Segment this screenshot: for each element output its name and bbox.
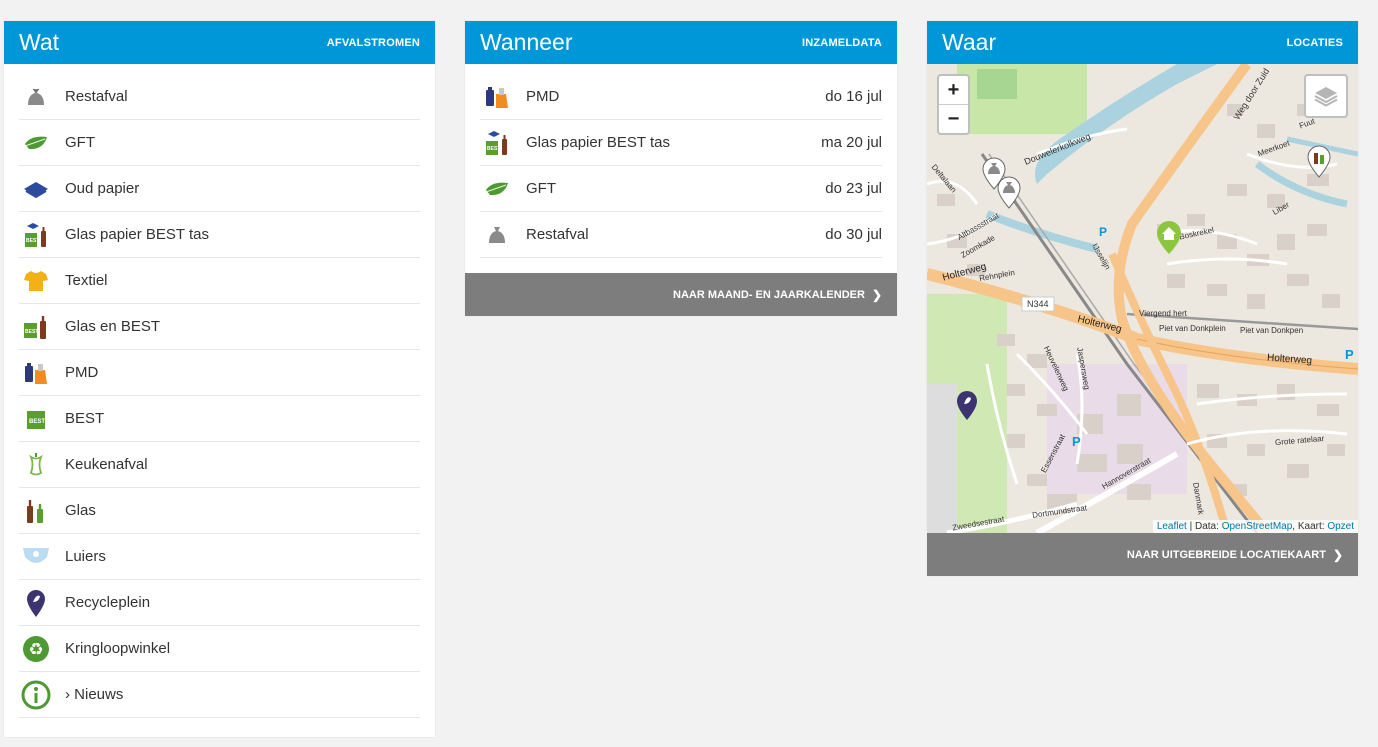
wanneer-subtitle-link[interactable]: INZAMELDATA (802, 37, 882, 49)
map-street-label: Piet van Donkpen (1240, 326, 1304, 335)
info-icon (21, 680, 51, 710)
list-item-glas[interactable]: Glas (19, 488, 420, 534)
wat-subtitle-link[interactable]: AFVALSTROMEN (327, 37, 420, 49)
glas-marker-pin[interactable] (1306, 144, 1332, 183)
waar-subtitle-link[interactable]: LOCATIES (1287, 37, 1343, 49)
svg-text:P: P (1072, 434, 1081, 449)
map-zoom-control: + − (937, 74, 970, 135)
opzet-link[interactable]: Opzet (1327, 521, 1354, 532)
schedule-row-restafval[interactable]: Restafval do 30 jul (480, 212, 882, 258)
map-attribution: Leaflet | Data: OpenStreetMap, Kaart: Op… (1152, 520, 1358, 533)
schedule-date: do 16 jul (825, 88, 882, 105)
list-item-recycleplein[interactable]: Recycleplein (19, 580, 420, 626)
schedule-date: do 23 jul (825, 180, 882, 197)
layers-icon (1314, 87, 1338, 107)
svg-text:P: P (1099, 225, 1107, 239)
list-item-nieuws[interactable]: › Nieuws (19, 672, 420, 718)
map-street-label: Piet van Donkplein (1159, 324, 1226, 333)
recycle-icon: ♻ (21, 634, 51, 664)
list-item-gft[interactable]: GFT (19, 120, 420, 166)
list-item-restafval[interactable]: Restafval (19, 74, 420, 120)
kringloop-home-marker-pin[interactable] (1155, 219, 1183, 260)
zoom-in-button[interactable]: + (939, 76, 968, 104)
apple-core-icon (21, 450, 51, 480)
schedule-date: do 30 jul (825, 226, 882, 243)
wat-title: Wat (19, 29, 60, 55)
map-layers-button[interactable] (1304, 74, 1348, 118)
wanneer-title: Wanneer (480, 29, 573, 55)
wat-list: Restafval GFT Oud papier BEST Glas papie… (4, 64, 435, 718)
svg-text:♻: ♻ (28, 640, 43, 660)
svg-text:BEST: BEST (26, 238, 39, 244)
list-item-best[interactable]: BEST BEST (19, 396, 420, 442)
list-item-oud-papier[interactable]: Oud papier (19, 166, 420, 212)
list-item-textiel[interactable]: Textiel (19, 258, 420, 304)
wanneer-header: Wanneer INZAMELDATA (465, 21, 897, 64)
svg-text:P: P (1345, 347, 1354, 362)
gft-leaf-icon (21, 128, 51, 158)
best-bag-icon: BEST (21, 404, 51, 434)
schedule-row-gft[interactable]: GFT do 23 jul (480, 166, 882, 212)
glas-papier-best-icon: BEST (482, 128, 512, 158)
restafval-bag-icon (482, 220, 512, 250)
waar-header: Waar LOCATIES (927, 21, 1358, 64)
schedule-date: ma 20 jul (821, 134, 882, 151)
glas-papier-best-icon: BEST (21, 220, 51, 250)
restafval-marker-pin[interactable] (996, 175, 1022, 214)
list-item-keukenafval[interactable]: Keukenafval (19, 442, 420, 488)
bottles-icon (21, 496, 51, 526)
svg-text:BEST: BEST (25, 329, 38, 335)
list-item-pmd[interactable]: PMD (19, 350, 420, 396)
wat-header: Wat AFVALSTROMEN (4, 21, 435, 64)
chevron-right-icon: ❯ (871, 287, 882, 302)
list-item-glas-en-best[interactable]: BEST Glas en BEST (19, 304, 420, 350)
location-map-link-button[interactable]: NAAR UITGEBREIDE LOCATIEKAART ❯ (927, 533, 1358, 576)
svg-text:BEST: BEST (487, 146, 500, 152)
svg-text:BEST: BEST (29, 419, 45, 425)
calendar-link-button[interactable]: NAAR MAAND- EN JAARKALENDER ❯ (465, 273, 897, 316)
list-item-kringloopwinkel[interactable]: ♻ Kringloopwinkel (19, 626, 420, 672)
tshirt-icon (21, 266, 51, 296)
gft-leaf-icon (482, 174, 512, 204)
schedule-row-pmd[interactable]: PMD do 16 jul (480, 74, 882, 120)
paper-icon (21, 174, 51, 204)
pmd-icon (21, 358, 51, 388)
waar-card: Waar LOCATIES P P P Weg door Zuid Douwel… (927, 21, 1358, 576)
schedule-row-glas-papier-best-tas[interactable]: BEST Glas papier BEST tas ma 20 jul (480, 120, 882, 166)
diaper-icon (21, 542, 51, 572)
location-map[interactable]: P P P Weg door Zuid Douwelerkolkweg Holt… (927, 64, 1358, 533)
map-pin-icon (21, 588, 51, 618)
list-item-luiers[interactable]: Luiers (19, 534, 420, 580)
wat-card: Wat AFVALSTROMEN Restafval GFT Oud papie… (4, 21, 435, 737)
map-street-label: Viergend hert (1139, 309, 1187, 318)
glas-best-icon: BEST (21, 312, 51, 342)
restafval-bag-icon (21, 82, 51, 112)
wanneer-list: PMD do 16 jul BEST Glas papier BEST tas … (465, 64, 897, 273)
chevron-right-icon: ❯ (1332, 547, 1343, 562)
wanneer-card: Wanneer INZAMELDATA PMD do 16 jul BEST G… (465, 21, 897, 316)
recycleplein-marker-pin[interactable] (955, 389, 979, 426)
pmd-icon (482, 82, 512, 112)
map-road-number: N344 (1027, 299, 1049, 309)
openstreetmap-link[interactable]: OpenStreetMap (1222, 521, 1293, 532)
leaflet-link[interactable]: Leaflet (1157, 521, 1187, 532)
list-item-glas-papier-best-tas[interactable]: BEST Glas papier BEST tas (19, 212, 420, 258)
waar-title: Waar (942, 29, 997, 55)
zoom-out-button[interactable]: − (939, 104, 968, 133)
